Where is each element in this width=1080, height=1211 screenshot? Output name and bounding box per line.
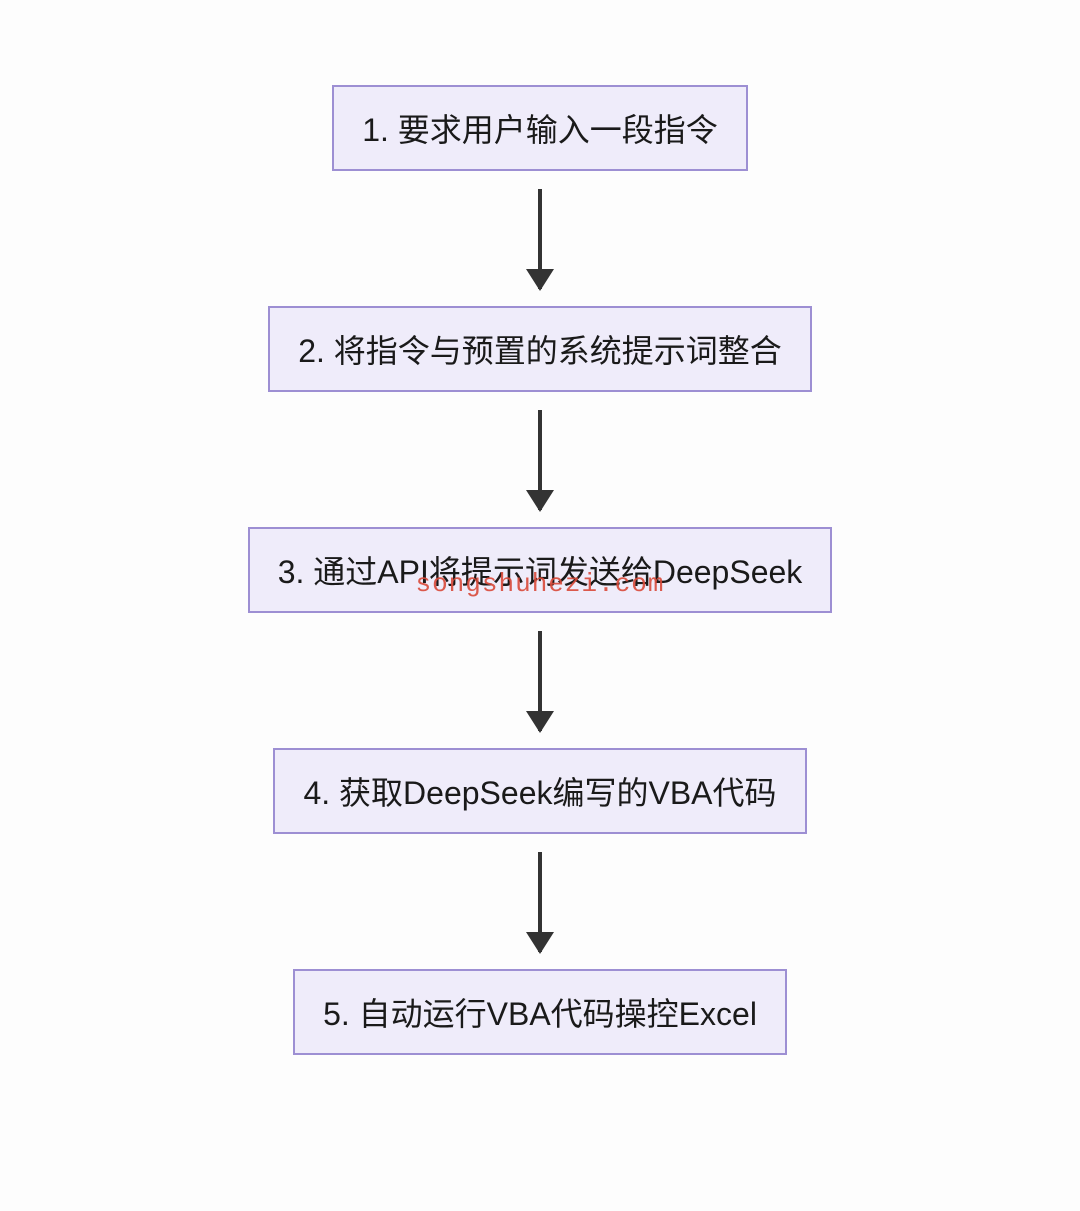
flow-step-4: 4. 获取DeepSeek编写的VBA代码 xyxy=(273,748,806,834)
flow-step-5: 5. 自动运行VBA代码操控Excel xyxy=(293,969,787,1055)
arrow-down-icon xyxy=(538,852,542,952)
flow-step-label: 2. 将指令与预置的系统提示词整合 xyxy=(298,333,782,369)
flow-step-label: 3. 通过API将提示词发送给DeepSeek xyxy=(278,554,803,590)
flow-step-2: 2. 将指令与预置的系统提示词整合 xyxy=(268,306,812,392)
flow-step-label: 1. 要求用户输入一段指令 xyxy=(362,112,718,148)
arrow-2-3 xyxy=(538,392,542,527)
arrow-3-4 xyxy=(538,613,542,748)
arrow-down-icon xyxy=(538,631,542,731)
flow-step-3: 3. 通过API将提示词发送给DeepSeek xyxy=(248,527,833,613)
arrow-1-2 xyxy=(538,171,542,306)
arrow-down-icon xyxy=(538,410,542,510)
flow-step-1: 1. 要求用户输入一段指令 xyxy=(332,85,748,171)
arrow-down-icon xyxy=(538,189,542,289)
flow-step-label: 4. 获取DeepSeek编写的VBA代码 xyxy=(303,775,776,811)
arrow-4-5 xyxy=(538,834,542,969)
flow-step-label: 5. 自动运行VBA代码操控Excel xyxy=(323,996,757,1032)
